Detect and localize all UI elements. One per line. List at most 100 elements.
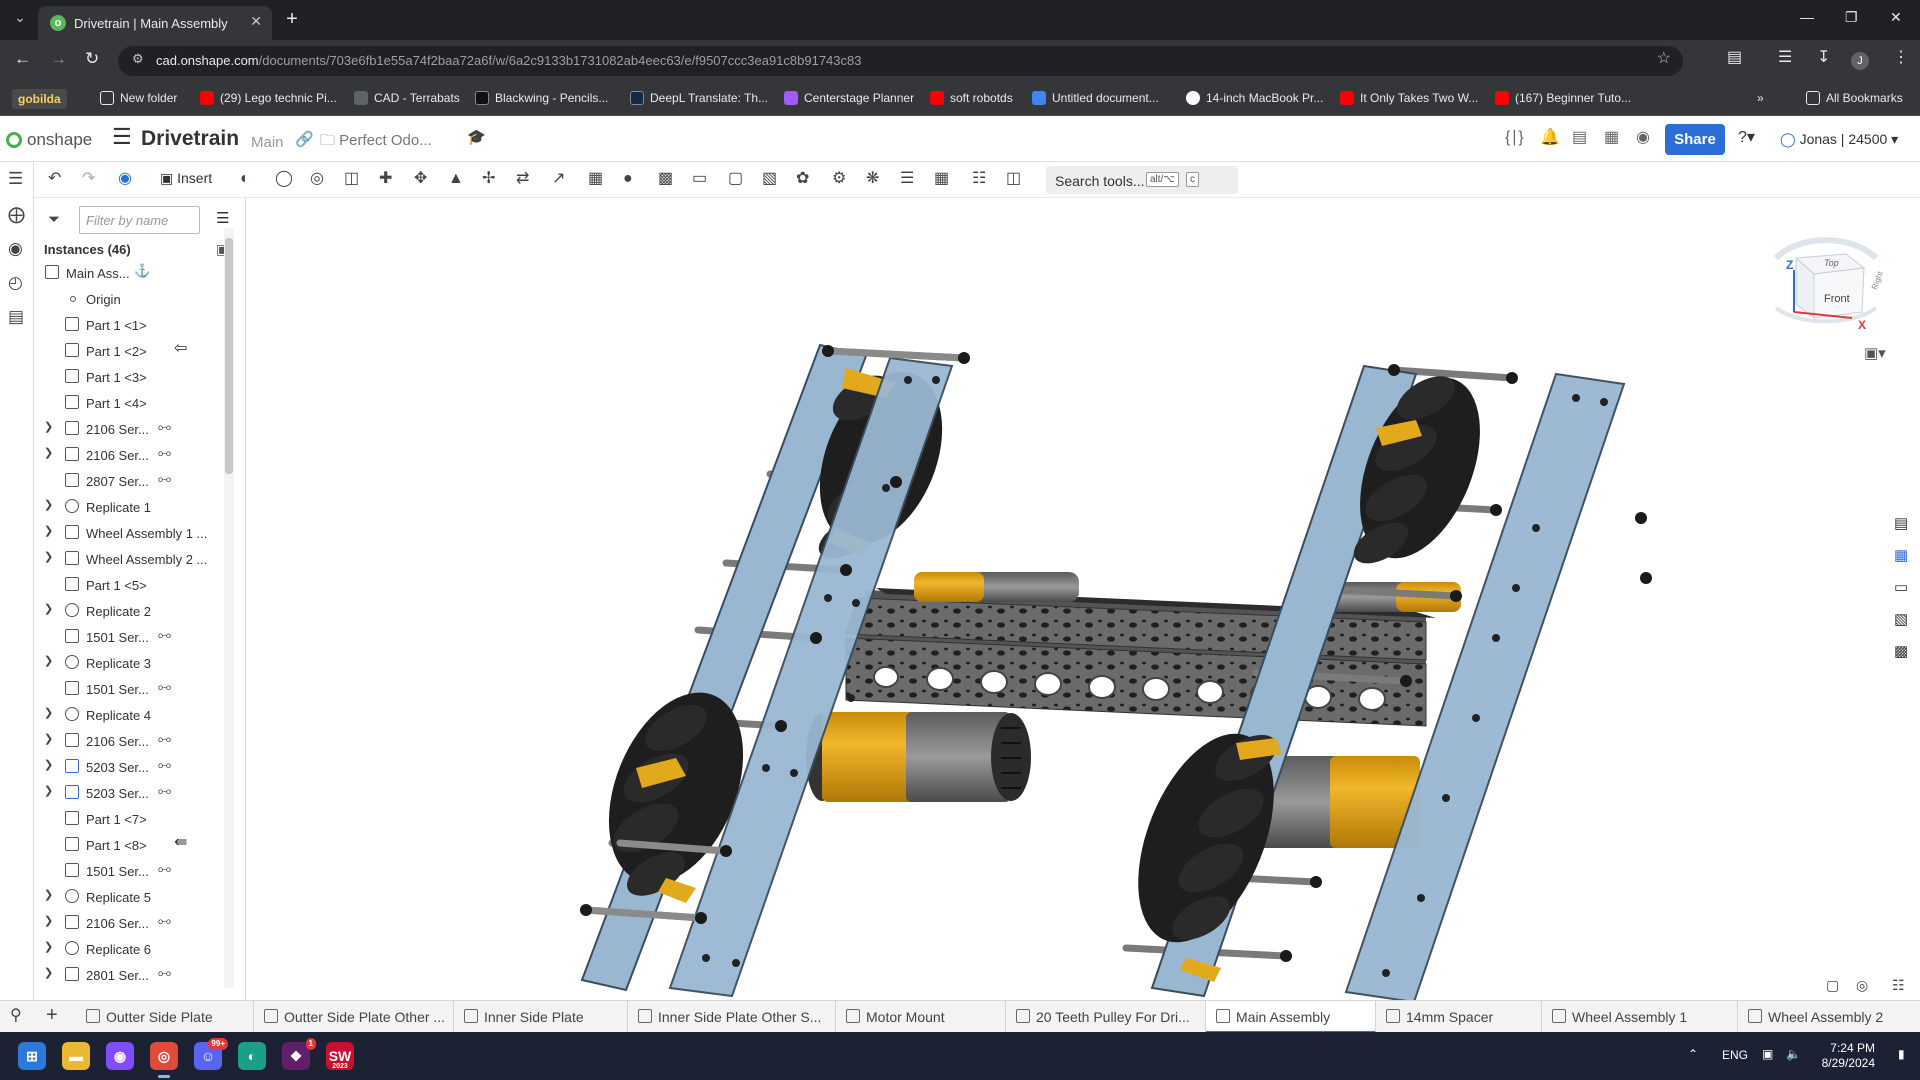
bookmark-centerstage[interactable]: Centerstage Planner [784, 91, 914, 105]
gear-relation-icon[interactable]: ▩ [658, 171, 673, 187]
planar-mate-icon[interactable]: ▲ [448, 171, 464, 187]
explode-icon[interactable]: ✿ [796, 171, 809, 187]
tab-14mm-spacer[interactable]: 14mm Spacer [1376, 1001, 1542, 1033]
expand-chevron-icon[interactable]: ❯ [44, 448, 53, 459]
bom-icon[interactable]: ▤ [8, 308, 24, 325]
hamburger-menu-icon[interactable]: ☰ [112, 126, 132, 148]
expand-chevron-icon[interactable]: ❯ [44, 500, 53, 511]
instance-list-scrollbar[interactable] [224, 228, 234, 988]
solidworks-icon[interactable]: SW 2023 [326, 1042, 354, 1070]
tab-wheel-assembly-1[interactable]: Wheel Assembly 1 [1542, 1001, 1738, 1033]
named-views-icon[interactable]: ▧ [1894, 612, 1908, 627]
scrollbar-thumb[interactable] [225, 238, 233, 474]
cylindrical-mate-icon[interactable]: ✚ [379, 171, 392, 187]
slider-mate-icon[interactable]: ◫ [344, 171, 359, 187]
close-window-icon[interactable]: ✕ [1890, 10, 1902, 24]
instance-row[interactable]: ❯ Wheel Assembly 2 ... [34, 546, 224, 572]
mirror-icon[interactable]: ▦ [934, 171, 949, 187]
bookmark-deepl[interactable]: DeepL Translate: Th... [630, 91, 768, 105]
instance-row[interactable]: Part 1 <5> [34, 572, 224, 598]
tab-wheel-assembly-2[interactable]: Wheel Assembly 2 [1738, 1001, 1920, 1033]
forward-icon[interactable]: → [50, 50, 67, 67]
learning-center-icon[interactable]: ◉ [1636, 130, 1650, 146]
expand-chevron-icon[interactable]: ❯ [44, 604, 53, 615]
instance-row[interactable]: ❯ Replicate 4 [34, 702, 224, 728]
tab-manager-icon[interactable]: ⚲ [10, 1008, 22, 1024]
bom-side-icon[interactable]: ▩ [1894, 644, 1908, 659]
expand-chevron-icon[interactable]: ❯ [44, 734, 53, 745]
instance-row[interactable]: Origin [34, 286, 224, 312]
tab-search-icon[interactable]: ⌄ [10, 10, 30, 30]
graduation-cap-icon[interactable]: 🎓 [467, 130, 486, 145]
expand-chevron-icon[interactable]: ❯ [44, 786, 53, 797]
onshape-logo[interactable]: onshape [6, 130, 92, 150]
expand-chevron-icon[interactable]: ❯ [44, 708, 53, 719]
screw-relation-icon[interactable]: ▢ [728, 171, 743, 187]
mate-connector-icon[interactable]: ● [623, 171, 633, 187]
instance-row[interactable]: ❯ 5203 Ser... ⧟ [34, 754, 224, 780]
redo-icon[interactable]: ↷ [82, 171, 95, 187]
network-icon[interactable]: ▣ [1762, 1048, 1773, 1060]
tab-20-teeth-pulley-for-dri[interactable]: 20 Teeth Pulley For Dri... [1006, 1001, 1206, 1033]
folder-breadcrumb[interactable]: 🗀 Perfect Odo... [320, 130, 432, 155]
link-icon[interactable]: 🔗 [295, 132, 314, 147]
search-tools[interactable]: Search tools... alt/⌥ c [1046, 166, 1238, 194]
instance-row[interactable]: 1501 Ser... ⧟ [34, 858, 224, 884]
display-states-icon[interactable]: ▢ [1826, 977, 1839, 994]
instance-row[interactable]: Part 1 <4> [34, 390, 224, 416]
instance-row[interactable]: ❯ 2106 Ser... ⧟ [34, 728, 224, 754]
reload-icon[interactable]: ↻ [85, 50, 99, 67]
tray-overflow-icon[interactable]: ⌃ [1688, 1048, 1698, 1060]
volume-icon[interactable]: 🔈 [1786, 1048, 1801, 1060]
instance-row[interactable]: ❯ Replicate 1 [34, 494, 224, 520]
expand-chevron-icon[interactable]: ❯ [44, 968, 53, 979]
instance-row[interactable]: Part 1 <8> ⇚ [34, 832, 224, 858]
replicate-icon[interactable]: ◐ [240, 171, 250, 187]
list-view-icon[interactable]: ☰ [216, 211, 229, 226]
tab-outter-side-plate-other[interactable]: Outter Side Plate Other ... [254, 1001, 454, 1033]
tab-outter-side-plate[interactable]: Outter Side Plate [76, 1001, 254, 1033]
bookmark-untitled-doc[interactable]: Untitled document... [1032, 91, 1159, 105]
expand-chevron-icon[interactable]: ❯ [44, 526, 53, 537]
close-tab-icon[interactable]: ✕ [250, 14, 262, 28]
expand-chevron-icon[interactable]: ❯ [44, 942, 53, 953]
tab-inner-side-plate[interactable]: Inner Side Plate [454, 1001, 628, 1033]
view-cube-top-label[interactable]: Top [1824, 258, 1839, 268]
extensions-icon[interactable]: ▤ [1727, 50, 1742, 66]
ball-mate-icon[interactable]: ⇄ [516, 171, 529, 187]
chrome-icon[interactable]: ◎ [150, 1042, 178, 1078]
instance-row[interactable]: ❯ 2106 Ser... ⧟ [34, 910, 224, 936]
bookmark-beginner[interactable]: (167) Beginner Tuto... [1495, 91, 1631, 105]
app-blue-green-icon[interactable]: ◐ [238, 1042, 266, 1070]
tab-inner-side-plate-other-s[interactable]: Inner Side Plate Other S... [628, 1001, 836, 1033]
render-mode-icon[interactable]: ◎ [1856, 977, 1868, 994]
downloads-icon[interactable]: ↧ [1817, 50, 1830, 66]
restore-icon[interactable]: ❐ [1845, 10, 1858, 24]
section-icon[interactable]: ☷ [1892, 977, 1905, 994]
filter-icon[interactable]: ⏷ [48, 212, 60, 227]
slack-icon[interactable]: ❖ 1 [282, 1038, 316, 1070]
instance-row[interactable]: Part 1 <3> [34, 364, 224, 390]
expand-chevron-icon[interactable]: ❯ [44, 916, 53, 927]
profile-avatar[interactable]: J [1851, 52, 1869, 70]
instance-row[interactable]: 1501 Ser... ⧟ [34, 624, 224, 650]
back-icon[interactable]: ← [14, 50, 31, 67]
bookmark-new-folder[interactable]: New folder [100, 91, 177, 105]
all-bookmarks[interactable]: All Bookmarks [1806, 91, 1903, 105]
bookmark-blackwing[interactable]: Blackwing - Pencils... [475, 91, 608, 105]
instance-row[interactable]: 1501 Ser... ⧟ [34, 676, 224, 702]
media-controls-icon[interactable]: ☰ [1778, 50, 1792, 66]
bookmark-gobilda[interactable]: gobilda [12, 89, 67, 109]
instance-row[interactable]: Part 1 <7> [34, 806, 224, 832]
site-info-icon[interactable]: ⚙ [132, 52, 144, 65]
instance-row[interactable]: ❯ 2801 Ser... ⧟ [34, 962, 224, 988]
filter-by-name-input[interactable]: Filter by name [79, 206, 200, 234]
graphics-area[interactable]: Top Front Right Z X ▣▾ ▤ ▦ ▭ ▧ ▩ ▢ ◎ ☷ [246, 198, 1920, 1000]
messenger-icon[interactable]: ◉ [106, 1042, 134, 1070]
variables-icon[interactable]: {∣} [1505, 130, 1524, 146]
start-icon[interactable]: ⊞ [18, 1042, 46, 1070]
group-icon[interactable]: ▦ [588, 171, 603, 187]
browser-menu-icon[interactable]: ⋮ [1893, 50, 1909, 66]
expand-chevron-icon[interactable]: ❯ [44, 890, 53, 901]
file-explorer-icon[interactable]: ▬ [62, 1042, 90, 1070]
